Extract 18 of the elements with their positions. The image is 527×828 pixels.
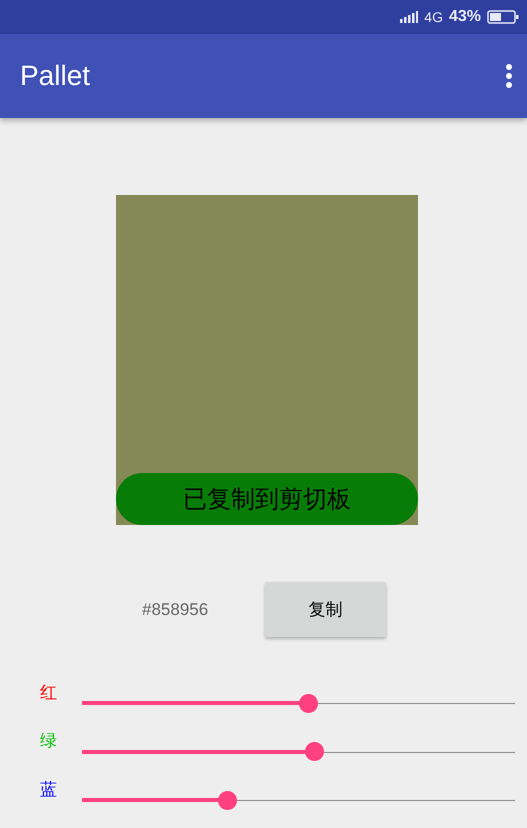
network-type: 4G <box>424 9 443 25</box>
slider-thumb[interactable] <box>218 790 238 810</box>
color-slider[interactable] <box>82 742 515 762</box>
battery-icon <box>487 10 519 24</box>
app-title: Pallet <box>20 60 90 92</box>
signal-icon <box>400 11 418 23</box>
channel-label: 绿 <box>40 730 58 752</box>
slider-thumb[interactable] <box>305 742 324 762</box>
battery-percent: 43% <box>448 8 481 26</box>
color-slider[interactable] <box>82 790 515 810</box>
copy-button[interactable]: 复制 <box>265 582 386 637</box>
hex-value: #858956 <box>142 600 210 620</box>
color-slider[interactable] <box>82 693 515 714</box>
overflow-menu-icon[interactable] <box>505 63 513 89</box>
slider-thumb[interactable] <box>298 694 318 713</box>
channel-label: 红 <box>40 682 58 704</box>
toast-message: 已复制到剪切板 <box>116 473 418 525</box>
channel-label: 蓝 <box>40 778 58 801</box>
